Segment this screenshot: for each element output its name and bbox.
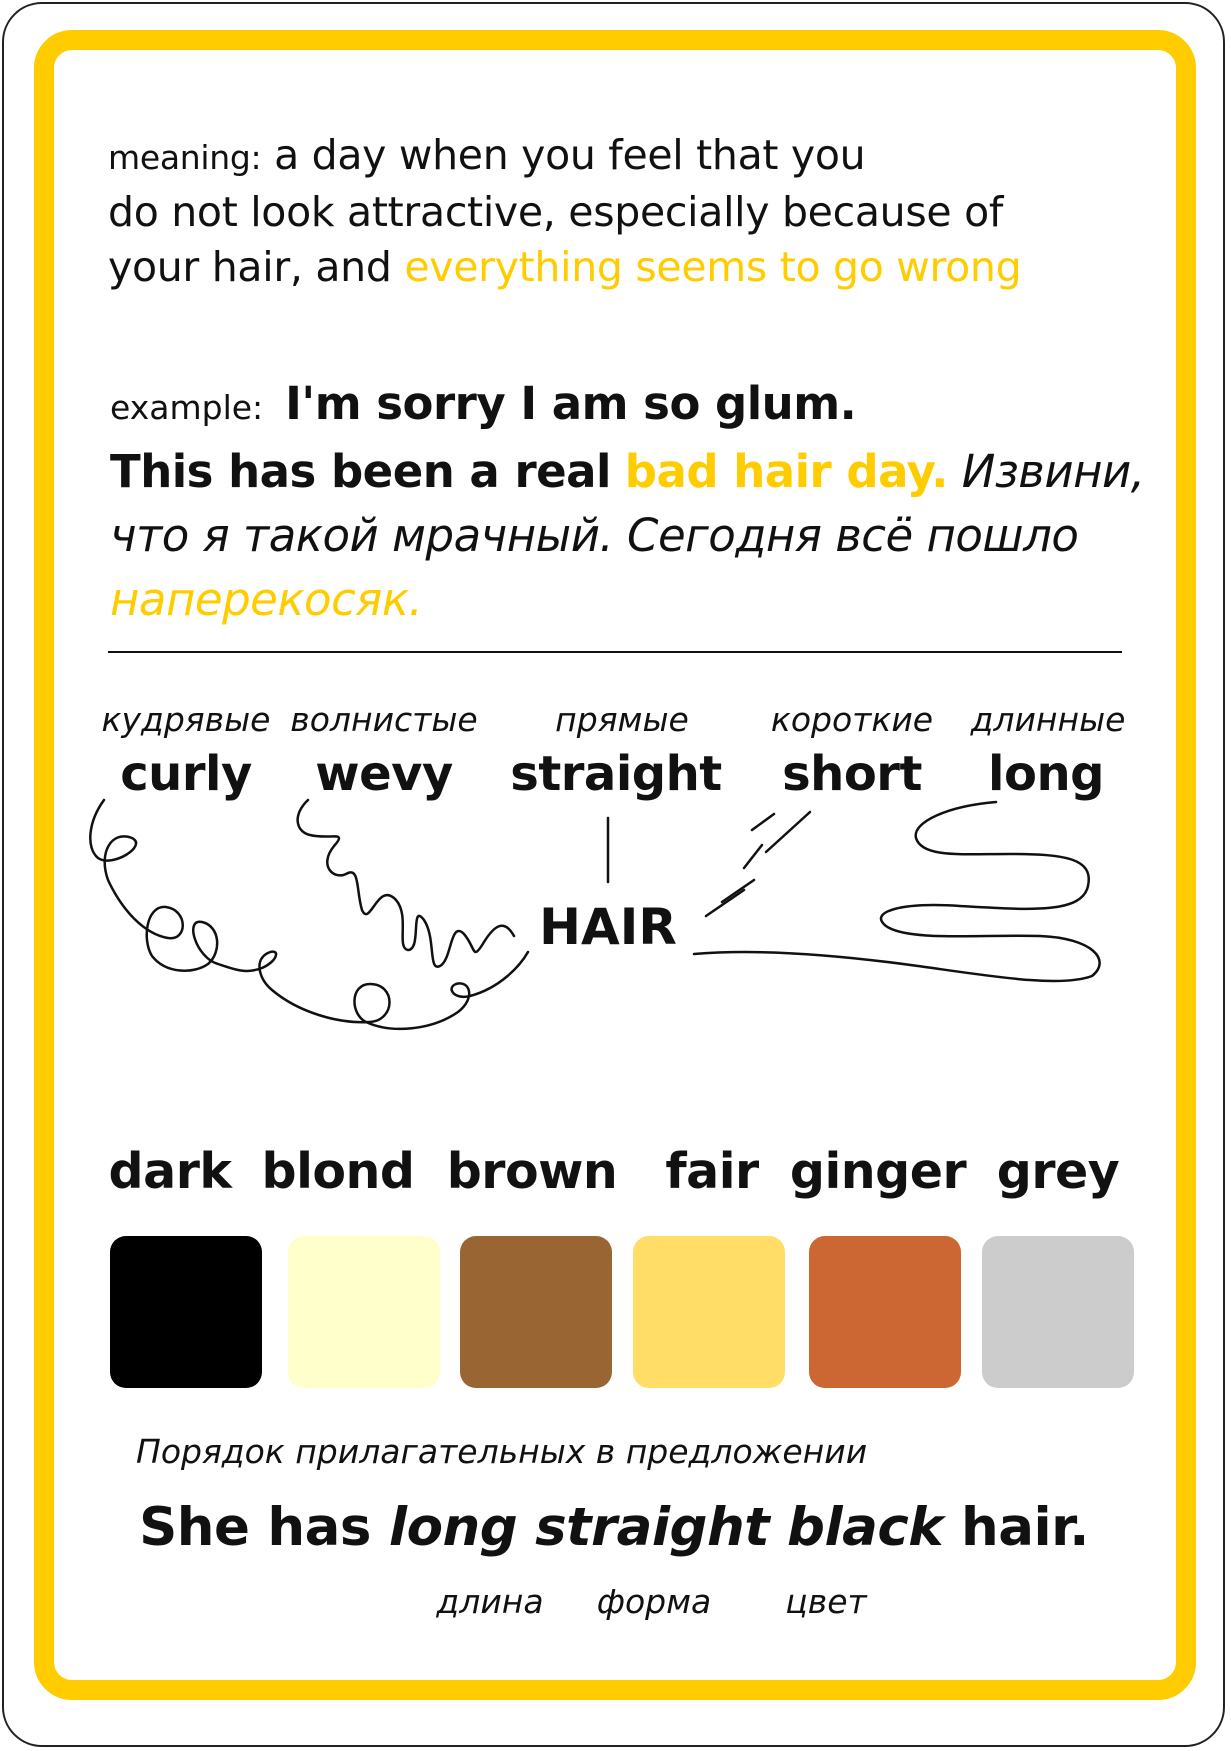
color-name-ginger: ginger (789, 1143, 967, 1200)
swatch-grey (982, 1236, 1134, 1388)
short-hair-stroke-2 (764, 810, 812, 854)
short-hair-stroke-1 (750, 812, 776, 832)
short-hair-stroke-3 (742, 843, 764, 870)
swatch-blond (288, 1236, 440, 1388)
sentence-end: hair. (961, 1497, 1089, 1558)
order-title: Порядок прилагательных в предложении (136, 1432, 868, 1471)
swatch-ginger (809, 1236, 961, 1388)
swatch-dark (110, 1236, 262, 1388)
color-name-brown: brown (446, 1143, 618, 1200)
order-label-color: цвет (785, 1582, 867, 1621)
sentence-start: She has (139, 1497, 371, 1558)
wavy-hair-doodle (296, 798, 516, 968)
order-label-length: длина (436, 1582, 544, 1621)
color-name-fair: fair (665, 1143, 759, 1200)
hair-doodles (89, 798, 1101, 1031)
sentence-adjectives: long straight black (388, 1497, 944, 1558)
swatch-brown (460, 1236, 612, 1388)
color-name-blond: blond (261, 1143, 416, 1200)
short-hair-stroke-4 (720, 878, 756, 904)
swatch-fair (633, 1236, 785, 1388)
hair-center-label: HAIR (539, 898, 677, 956)
order-label-shape: форма (596, 1582, 712, 1621)
color-name-dark: dark (108, 1143, 232, 1200)
order-sentence: She has long straight black hair. (139, 1497, 1089, 1558)
color-name-grey: grey (996, 1143, 1120, 1200)
short-hair-stroke-5 (704, 888, 746, 918)
